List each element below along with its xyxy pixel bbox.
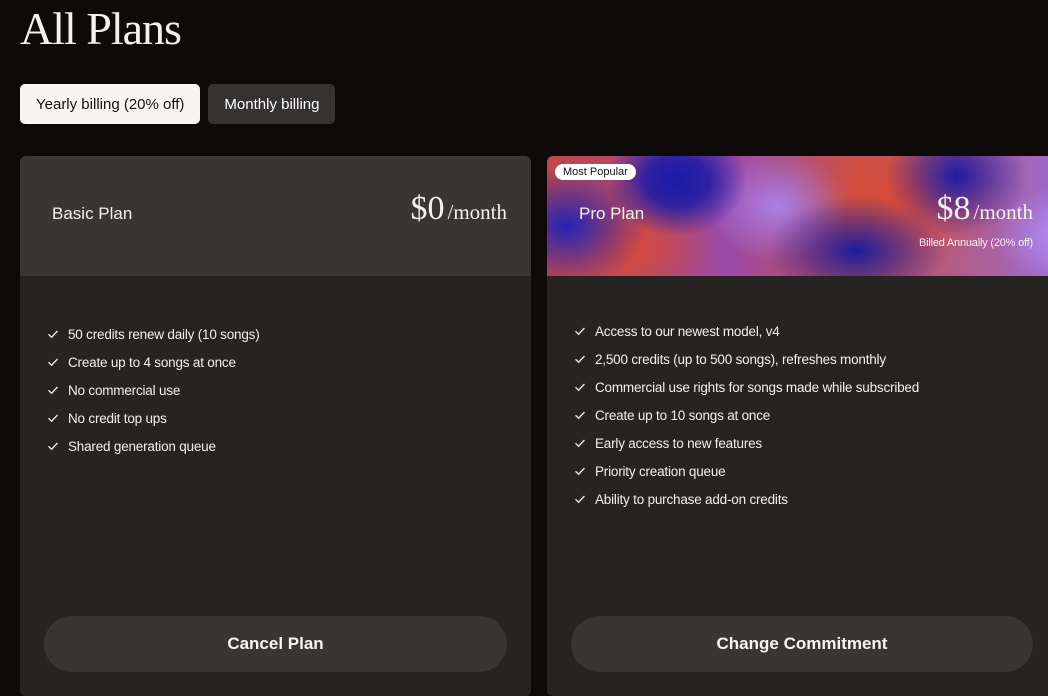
feature-item: Commercial use rights for songs made whi… [573, 373, 919, 401]
feature-text: Commercial use rights for songs made whi… [595, 379, 920, 395]
check-icon [46, 411, 60, 425]
price-amount: $8 [936, 190, 971, 227]
feature-text: No commercial use [68, 382, 181, 398]
feature-text: No credit top ups [68, 410, 167, 426]
most-popular-badge: Most Popular [555, 164, 636, 180]
check-icon [46, 327, 60, 341]
plan-name: Pro Plan [579, 204, 645, 223]
feature-item: Early access to new features [573, 429, 919, 457]
check-icon [46, 439, 60, 453]
check-icon [46, 383, 60, 397]
feature-text: Shared generation queue [68, 438, 216, 454]
feature-text: Access to our newest model, v4 [595, 323, 780, 339]
feature-text: Priority creation queue [595, 463, 726, 479]
feature-text: 2,500 credits (up to 500 songs), refresh… [595, 351, 886, 367]
feature-item: Shared generation queue [46, 432, 260, 460]
check-icon [573, 492, 587, 506]
monthly-billing-button[interactable]: Monthly billing [208, 84, 336, 124]
check-icon [46, 355, 60, 369]
feature-text: 50 credits renew daily (10 songs) [68, 326, 260, 342]
feature-item: No credit top ups [46, 404, 260, 432]
feature-list: Access to our newest model, v4 2,500 cre… [573, 317, 919, 513]
check-icon [573, 408, 587, 422]
feature-text: Early access to new features [595, 435, 762, 451]
feature-text: Create up to 10 songs at once [595, 407, 771, 423]
cancel-plan-button[interactable]: Cancel Plan [44, 616, 507, 672]
feature-item: Create up to 4 songs at once [46, 348, 260, 376]
feature-item: Priority creation queue [573, 457, 919, 485]
plan-price: $8/month [936, 190, 1033, 228]
feature-text: Ability to purchase add-on credits [595, 491, 788, 507]
plan-price: $0/month [410, 190, 507, 228]
plan-name: Basic Plan [52, 204, 133, 223]
feature-item: 50 credits renew daily (10 songs) [46, 320, 260, 348]
feature-item: 2,500 credits (up to 500 songs), refresh… [573, 345, 919, 373]
check-icon [573, 324, 587, 338]
price-amount: $0 [410, 190, 445, 227]
price-period: /month [447, 200, 507, 224]
feature-item: Access to our newest model, v4 [573, 317, 919, 345]
check-icon [573, 436, 587, 450]
billed-note: Billed Annually (20% off) [918, 237, 1033, 249]
pro-plan-header: Most Popular Pro Plan $8/month Billed An… [547, 156, 1048, 276]
page-title: All Plans [20, 3, 182, 54]
billing-toggle: Yearly billing (20% off) Monthly billing [20, 84, 336, 124]
basic-plan-header: Basic Plan $0/month [20, 156, 531, 276]
price-period: /month [973, 200, 1033, 224]
yearly-billing-button[interactable]: Yearly billing (20% off) [20, 84, 201, 124]
feature-item: Create up to 10 songs at once [573, 401, 919, 429]
basic-plan-card: Basic Plan $0/month 50 credits renew dai… [20, 156, 531, 696]
check-icon [573, 380, 587, 394]
check-icon [573, 352, 587, 366]
feature-item: Ability to purchase add-on credits [573, 485, 919, 513]
feature-list: 50 credits renew daily (10 songs) Create… [46, 320, 260, 460]
pro-plan-card: Most Popular Pro Plan $8/month Billed An… [547, 156, 1048, 696]
check-icon [573, 464, 587, 478]
feature-text: Create up to 4 songs at once [68, 354, 236, 370]
feature-item: No commercial use [46, 376, 260, 404]
change-commitment-button[interactable]: Change Commitment [571, 616, 1033, 672]
